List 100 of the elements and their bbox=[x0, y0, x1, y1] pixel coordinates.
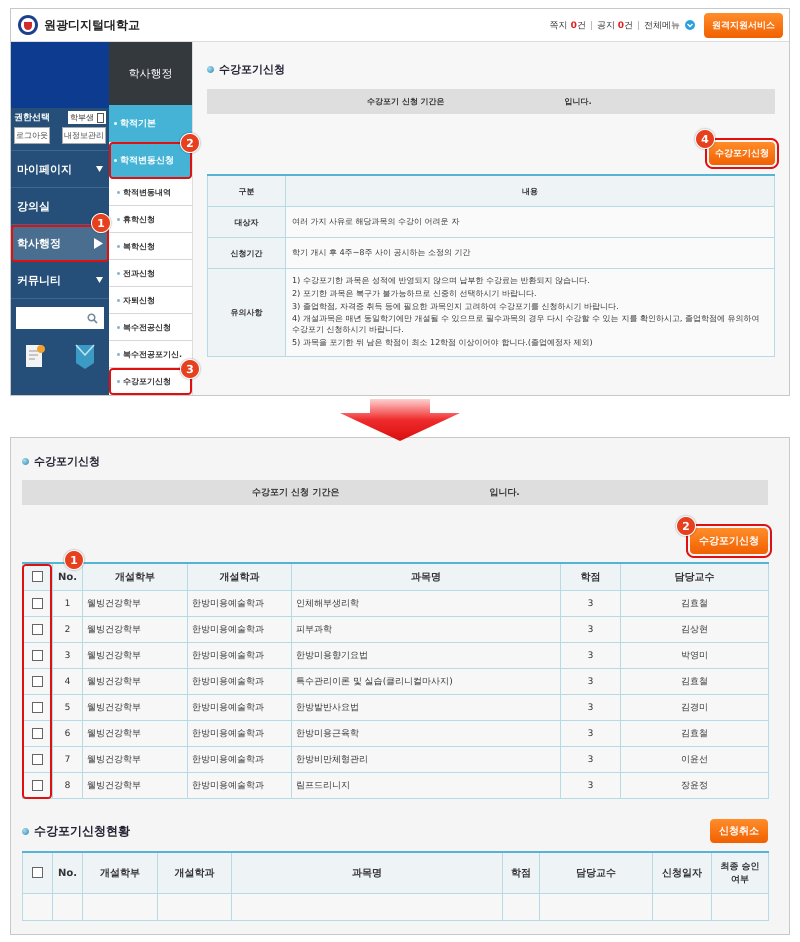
column-header: 학점 bbox=[560, 563, 620, 590]
notice-text: 수강포기 신청 기간은 bbox=[252, 487, 340, 499]
table-cell: 6 bbox=[52, 720, 82, 746]
table-cell: 웰빙건강학부 bbox=[82, 720, 188, 746]
page-title: 수강포기신청 bbox=[34, 454, 100, 469]
checkbox[interactable] bbox=[32, 598, 43, 609]
header-link[interactable]: 쪽지 0건 bbox=[550, 18, 586, 32]
table-cell: 3 bbox=[560, 616, 620, 642]
table-cell: 웰빙건강학부 bbox=[82, 746, 188, 772]
bullet-icon bbox=[117, 380, 120, 382]
bullet-icon bbox=[22, 828, 29, 834]
bullet-icon bbox=[117, 244, 120, 248]
table-cell: 한방미용향기요법 bbox=[292, 642, 560, 668]
table-cell: 한방미용예술학과 bbox=[188, 668, 292, 694]
notice-text: 입니다. bbox=[489, 487, 520, 499]
submenu-label[interactable]: 복학신청 bbox=[123, 240, 155, 252]
table-cell: 특수관리이론 및 실습(클리니컬마사지) bbox=[292, 668, 560, 694]
table-cell: 김효철 bbox=[620, 590, 768, 616]
checkbox[interactable] bbox=[32, 702, 43, 713]
checkbox[interactable] bbox=[32, 650, 43, 661]
envelope-icon bbox=[74, 343, 96, 369]
bullet-icon bbox=[114, 122, 117, 125]
column-header: 담당교수 bbox=[620, 563, 768, 590]
bullet-icon bbox=[117, 326, 120, 328]
checkbox[interactable] bbox=[32, 867, 43, 878]
info-text: 2) 포기한 과목은 복구가 불가능하므로 신중히 선택하시기 바랍니다. bbox=[292, 288, 538, 300]
submenu-label[interactable]: 학적변동내역 bbox=[123, 186, 171, 198]
table-cell: 한방발반사요법 bbox=[292, 694, 560, 720]
table-cell: 장윤정 bbox=[620, 772, 768, 798]
submenu-label[interactable]: 수강포기신청 bbox=[123, 376, 171, 386]
search-icon bbox=[87, 312, 98, 324]
table-cell: 3 bbox=[560, 668, 620, 694]
submenu-item[interactable]: 학적변동내역 bbox=[109, 179, 192, 206]
table-cell: 한방미용예술학과 bbox=[188, 772, 292, 798]
table-cell: 5 bbox=[52, 694, 82, 720]
table-cell: 웰빙건강학부 bbox=[82, 642, 188, 668]
table-cell: 김효철 bbox=[620, 668, 768, 694]
row-header: 대상자 bbox=[208, 206, 286, 238]
callout-badge: 2 bbox=[676, 516, 696, 536]
checkbox[interactable] bbox=[32, 728, 43, 739]
submenu-item[interactable]: 복수전공신청 bbox=[109, 314, 192, 341]
column-header: 과목명 bbox=[232, 852, 502, 894]
table-cell: 웰빙건강학부 bbox=[82, 694, 188, 720]
table-cell: 3 bbox=[560, 720, 620, 746]
table-cell: 한방비만체형관리 bbox=[292, 746, 560, 772]
submenu-item[interactable]: 전과신청 bbox=[109, 260, 192, 287]
header-link[interactable]: 공지 0건 bbox=[596, 18, 633, 32]
checkbox[interactable] bbox=[32, 754, 43, 765]
bullet-icon bbox=[117, 218, 120, 220]
info-text: 1) 수강포기한 과목은 성적에 반영되지 않으며 납부한 수강료는 반환되지 않습니다. bbox=[292, 276, 591, 287]
checkbox[interactable] bbox=[32, 780, 43, 791]
search-field[interactable] bbox=[16, 307, 104, 329]
checkbox[interactable] bbox=[32, 624, 43, 635]
profile-button[interactable]: 내정보관리 bbox=[62, 127, 106, 144]
submenu-label[interactable]: 복수전공신청 bbox=[123, 322, 171, 332]
info-text: 4) 개설과목은 매년 동일학기에만 개설될 수 있으므로 필수과목의 경우 다시 수강할 수 있는 지를 확인하시고, 졸업학점에 유의하여 수강포기 신청하시기 바랍니다. bbox=[292, 314, 760, 336]
caret-icon bbox=[685, 20, 695, 30]
column-header: 개설학과 bbox=[158, 852, 232, 894]
down-arrow-icon bbox=[340, 399, 460, 441]
callout-badge: 4 bbox=[695, 129, 715, 149]
column-header: 신청일자 bbox=[652, 852, 712, 894]
table-cell: 김상현 bbox=[620, 616, 768, 642]
logout-button[interactable]: 로그아웃 bbox=[14, 127, 50, 144]
info-text: 3) 졸업학점, 자격증 취득 등에 필요한 과목인지 고려하여 수강포기를 신청하시기 바랍니다. bbox=[292, 302, 620, 312]
table-cell: 한방미용근육학 bbox=[292, 720, 560, 746]
submenu-item[interactable]: 자퇴신청 bbox=[109, 287, 192, 314]
table-cell: 3 bbox=[560, 642, 620, 668]
table-cell: 3 bbox=[560, 590, 620, 616]
table-cell: 한방미용예술학과 bbox=[188, 746, 292, 772]
bullet-icon bbox=[207, 66, 214, 73]
column-header: 과목명 bbox=[292, 563, 560, 590]
info-text: 여러 가지 사유로 해당과목의 수강이 어려운 자 bbox=[292, 216, 460, 228]
play-arrow-icon bbox=[94, 238, 103, 248]
checkbox[interactable] bbox=[32, 676, 43, 687]
submenu-label[interactable]: 복수전공포기신. bbox=[123, 348, 182, 360]
bullet-icon bbox=[117, 298, 120, 302]
table-cell: 박영미 bbox=[620, 642, 768, 668]
role-select[interactable]: 학부생 bbox=[68, 111, 106, 124]
column-header: 개설학과 bbox=[188, 563, 292, 590]
submenu-item[interactable]: 휴학신청 bbox=[109, 206, 192, 233]
table-cell: 림프드리니지 bbox=[292, 772, 560, 798]
table-cell: 7 bbox=[52, 746, 82, 772]
header-link[interactable]: 전체메뉴 bbox=[644, 18, 680, 32]
checkbox[interactable] bbox=[32, 571, 43, 582]
submenu-label[interactable]: 휴학신청 bbox=[123, 214, 155, 224]
table-cell: 피부과학 bbox=[292, 616, 560, 642]
notice-text: 수강포기 신청 기간은 bbox=[367, 96, 445, 107]
table-cell: 한방미용예술학과 bbox=[188, 616, 292, 642]
notice-text: 입니다. bbox=[564, 96, 592, 107]
submenu-label[interactable]: 전과신청 bbox=[123, 268, 155, 278]
callout-badge: 1 bbox=[91, 213, 111, 233]
submenu-label[interactable]: 자퇴신청 bbox=[123, 294, 155, 306]
university-name: 원광디지털대학교 bbox=[44, 16, 140, 34]
table-cell: 한방미용예술학과 bbox=[188, 590, 292, 616]
submenu-item[interactable]: 복학신청 bbox=[109, 233, 192, 260]
table-cell: 4 bbox=[52, 668, 82, 694]
table-cell: 한방미용예술학과 bbox=[188, 642, 292, 668]
table-cell: 웰빙건강학부 bbox=[82, 590, 188, 616]
bullet-icon bbox=[117, 272, 120, 274]
table-cell: 8 bbox=[52, 772, 82, 798]
